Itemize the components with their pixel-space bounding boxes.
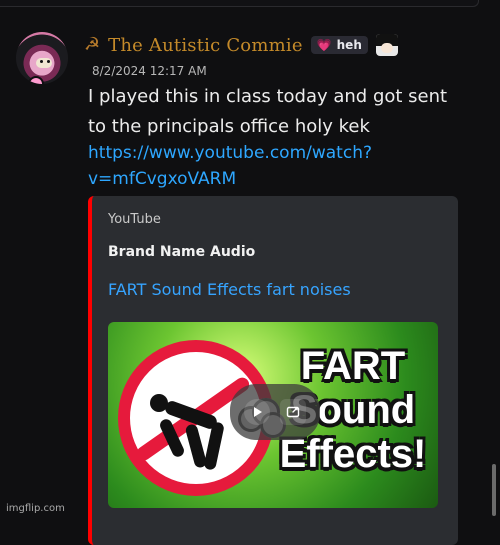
video-thumbnail[interactable]: FART Sound Effects! xyxy=(108,322,438,508)
youtube-embed: YouTube Brand Name Audio FART Sound Effe… xyxy=(88,196,458,545)
thumbnail-line-1: FART xyxy=(300,344,406,388)
emoji-face xyxy=(380,43,393,53)
embed-provider: YouTube xyxy=(108,212,161,227)
author-name[interactable]: The Autistic Commie xyxy=(108,35,303,56)
imgflip-watermark: imgflip.com xyxy=(6,503,65,514)
previous-message-edge xyxy=(0,0,479,7)
play-icon[interactable] xyxy=(244,399,270,425)
avatar-status-badge xyxy=(28,76,44,84)
user-tag: 💗 heh xyxy=(310,36,368,54)
stick-arm xyxy=(158,417,186,459)
video-controls-overlay[interactable] xyxy=(230,384,320,440)
embed-title[interactable]: FART Sound Effects fart noises xyxy=(108,280,351,299)
message-text: I played this in class today and got sen… xyxy=(88,86,448,137)
embed-author[interactable]: Brand Name Audio xyxy=(108,244,255,260)
emoji-icon xyxy=(375,34,398,56)
scrollbar[interactable] xyxy=(492,464,496,516)
stick-figure xyxy=(146,394,238,471)
stick-leg-2 xyxy=(184,423,208,469)
youtube-link[interactable]: https://www.youtube.com/watch?v=mfCvgxoV… xyxy=(88,140,408,192)
message-timestamp: 8/2/2024 12:17 AM xyxy=(92,64,207,78)
chat-message: ☭ The Autistic Commie 💗 heh 8/2/2024 12:… xyxy=(0,24,478,545)
heart-icon: 💗 xyxy=(316,38,332,52)
message-header: ☭ The Autistic Commie 💗 heh xyxy=(84,32,398,58)
sickle-hammer-icon: ☭ xyxy=(84,34,101,55)
avatar-eye-right xyxy=(47,60,50,63)
user-avatar[interactable] xyxy=(16,32,68,84)
user-tag-text: heh xyxy=(336,38,362,52)
stick-leg-1 xyxy=(203,421,225,471)
open-external-icon[interactable] xyxy=(280,399,306,425)
avatar-eye-left xyxy=(40,60,43,63)
